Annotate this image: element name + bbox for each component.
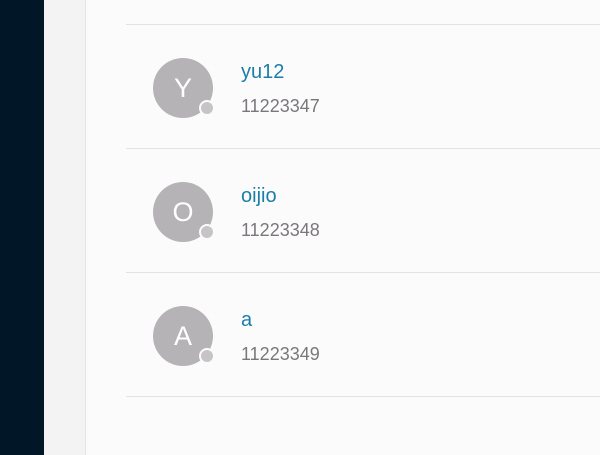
avatar: O	[153, 182, 215, 242]
contact-list-panel: Y yu12 11223347 O oijio 11223348 A a 112…	[86, 0, 600, 455]
contact-row-oijio[interactable]: O oijio 11223348	[126, 149, 600, 273]
presence-status-dot	[199, 224, 215, 240]
presence-status-dot	[199, 348, 215, 364]
left-nav-bar	[0, 0, 44, 455]
contact-number: 11223349	[241, 344, 320, 364]
contact-number: 11223348	[241, 220, 320, 240]
contact-name: oijio	[241, 185, 277, 207]
side-panel-strip	[44, 0, 86, 455]
avatar-initial: A	[173, 320, 192, 351]
contact-list: Y yu12 11223347 O oijio 11223348 A a 112…	[126, 24, 600, 397]
avatar: Y	[153, 58, 215, 118]
contact-name: yu12	[241, 61, 285, 83]
contact-number: 11223347	[241, 96, 320, 116]
app-root: Y yu12 11223347 O oijio 11223348 A a 112…	[0, 0, 600, 455]
avatar-initial: Y	[173, 72, 192, 103]
contact-row-a[interactable]: A a 11223349	[126, 273, 600, 397]
presence-status-dot	[199, 100, 215, 116]
contact-name: a	[241, 309, 253, 331]
contact-row-yu12[interactable]: Y yu12 11223347	[126, 25, 600, 149]
avatar-initial: O	[172, 196, 194, 227]
avatar: A	[153, 306, 215, 366]
